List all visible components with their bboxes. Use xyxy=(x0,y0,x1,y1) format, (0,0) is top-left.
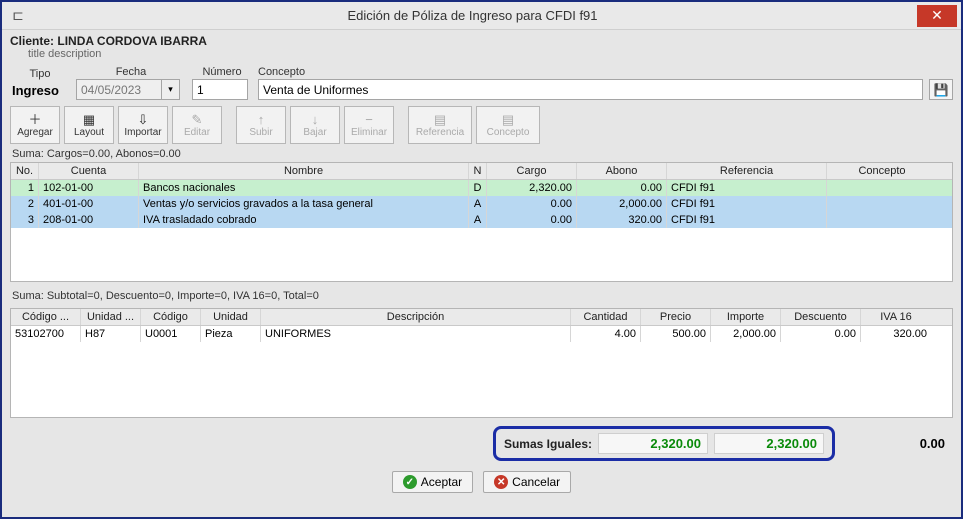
fecha-dropdown-button[interactable]: ▾ xyxy=(162,79,180,100)
editar-button: ✎Editar xyxy=(172,106,222,144)
reference-icon: ▤ xyxy=(434,113,446,126)
col-cargo[interactable]: Cargo xyxy=(487,163,577,179)
plus-icon: ＋ xyxy=(28,113,41,126)
concept-icon: ▤ xyxy=(502,113,514,126)
up-icon: ↑ xyxy=(258,113,265,126)
grid2-header: Código ... Unidad ... Código Unidad Desc… xyxy=(11,309,952,326)
table-row[interactable]: 1102-01-00Bancos nacionalesD2,320.000.00… xyxy=(11,180,952,196)
import-icon: ⇩ xyxy=(138,113,149,126)
disk-icon: 💾 xyxy=(934,83,949,97)
tipo-value: Ingreso xyxy=(10,81,70,100)
window-frame: ⊏ Edición de Póliza de Ingreso para CFDI… xyxy=(0,0,963,519)
client-info: Cliente: LINDA CORDOVA IBARRA title desc… xyxy=(2,30,961,60)
col-codigou[interactable]: Código xyxy=(141,309,201,325)
col-descuento[interactable]: Descuento xyxy=(781,309,861,325)
window-title: Edición de Póliza de Ingreso para CFDI f… xyxy=(28,8,917,23)
save-icon-button[interactable]: 💾 xyxy=(929,79,953,100)
minus-icon: − xyxy=(365,113,373,126)
form-row: Tipo Ingreso Fecha ▾ Número Concepto 💾 xyxy=(2,60,961,104)
eliminar-button: −Eliminar xyxy=(344,106,394,144)
totals-row: Sumas Iguales: 2,320.00 2,320.00 0.00 xyxy=(2,420,961,467)
toolbar: ＋Agregar ▦Layout ⇩Importar ✎Editar ↑Subi… xyxy=(2,104,961,148)
client-subtitle: title description xyxy=(28,48,953,60)
grid1-summary: Suma: Cargos=0.00, Abonos=0.00 xyxy=(2,148,961,160)
tipo-label: Tipo xyxy=(10,68,70,80)
col-unidadc[interactable]: Unidad ... xyxy=(81,309,141,325)
dialog-buttons: ✓ Aceptar ✕ Cancelar xyxy=(2,467,961,499)
concepto-label: Concepto xyxy=(258,66,923,78)
col-abono[interactable]: Abono xyxy=(577,163,667,179)
col-codigo[interactable]: Código ... xyxy=(11,309,81,325)
table-row[interactable]: 3208-01-00IVA trasladado cobradoA0.00320… xyxy=(11,212,952,228)
col-no[interactable]: No. xyxy=(11,163,39,179)
client-name: LINDA CORDOVA IBARRA xyxy=(57,34,207,48)
title-bar: ⊏ Edición de Póliza de Ingreso para CFDI… xyxy=(2,2,961,30)
col-iva[interactable]: IVA 16 xyxy=(861,309,931,325)
down-icon: ↓ xyxy=(312,113,319,126)
numero-input[interactable] xyxy=(192,79,248,100)
col-nombre[interactable]: Nombre xyxy=(139,163,469,179)
referencia-button: ▤Referencia xyxy=(408,106,472,144)
concepto-button: ▤Concepto xyxy=(476,106,540,144)
col-referencia[interactable]: Referencia xyxy=(667,163,827,179)
table-row[interactable]: 53102700H87U0001PiezaUNIFORMES4.00500.00… xyxy=(11,326,952,342)
layout-button[interactable]: ▦Layout xyxy=(64,106,114,144)
subir-button: ↑Subir xyxy=(236,106,286,144)
fecha-input[interactable] xyxy=(76,79,162,100)
layout-icon: ▦ xyxy=(83,113,95,126)
grid1-header: No. Cuenta Nombre N Cargo Abono Referenc… xyxy=(11,163,952,180)
items-grid[interactable]: Código ... Unidad ... Código Unidad Desc… xyxy=(10,308,953,418)
total-cargo: 2,320.00 xyxy=(598,433,708,454)
accounts-grid[interactable]: No. Cuenta Nombre N Cargo Abono Referenc… xyxy=(10,162,953,282)
importar-button[interactable]: ⇩Importar xyxy=(118,106,168,144)
cancel-button[interactable]: ✕ Cancelar xyxy=(483,471,571,493)
sumas-iguales-box: Sumas Iguales: 2,320.00 2,320.00 xyxy=(493,426,835,461)
close-button[interactable]: ✕ xyxy=(917,5,957,27)
col-unidad[interactable]: Unidad xyxy=(201,309,261,325)
agregar-button[interactable]: ＋Agregar xyxy=(10,106,60,144)
fecha-label: Fecha xyxy=(76,66,186,78)
table-row[interactable]: 2401-01-00Ventas y/o servicios gravados … xyxy=(11,196,952,212)
accept-button[interactable]: ✓ Aceptar xyxy=(392,471,473,493)
app-icon: ⊏ xyxy=(8,6,28,26)
edit-icon: ✎ xyxy=(192,113,203,126)
bajar-button: ↓Bajar xyxy=(290,106,340,144)
check-icon: ✓ xyxy=(403,475,417,489)
col-importe[interactable]: Importe xyxy=(711,309,781,325)
concepto-input[interactable] xyxy=(258,79,923,100)
col-concepto[interactable]: Concepto xyxy=(827,163,937,179)
col-cantidad[interactable]: Cantidad xyxy=(571,309,641,325)
cancel-icon: ✕ xyxy=(494,475,508,489)
numero-label: Número xyxy=(192,66,252,78)
col-n[interactable]: N xyxy=(469,163,487,179)
col-cuenta[interactable]: Cuenta xyxy=(39,163,139,179)
total-difference: 0.00 xyxy=(841,434,951,453)
col-descripcion[interactable]: Descripción xyxy=(261,309,571,325)
col-precio[interactable]: Precio xyxy=(641,309,711,325)
sumas-iguales-label: Sumas Iguales: xyxy=(504,437,592,451)
client-label: Cliente: xyxy=(10,34,54,48)
grid2-summary: Suma: Subtotal=0, Descuento=0, Importe=0… xyxy=(2,290,961,302)
total-abono: 2,320.00 xyxy=(714,433,824,454)
